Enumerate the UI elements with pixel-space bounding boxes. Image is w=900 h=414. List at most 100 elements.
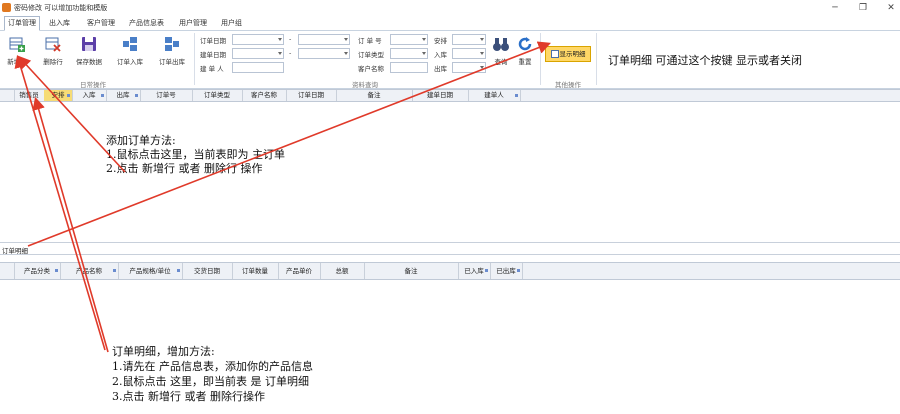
chevron-down-icon bbox=[344, 38, 348, 41]
filter-icon[interactable] bbox=[485, 269, 488, 272]
show-detail-button[interactable]: 显示明细 bbox=[545, 46, 591, 62]
column-header[interactable]: 产品单价 bbox=[278, 263, 321, 279]
column-header[interactable]: 建单日期 bbox=[412, 90, 469, 101]
order-date-label: 订单日期 bbox=[200, 37, 226, 45]
chevron-down-icon bbox=[278, 52, 282, 55]
customer-name-field[interactable] bbox=[390, 62, 428, 73]
chevron-down-icon bbox=[344, 52, 348, 55]
divider bbox=[0, 254, 900, 255]
filter-icon[interactable] bbox=[101, 94, 104, 97]
column-header[interactable]: 已入库 bbox=[458, 263, 491, 279]
annotation-add-order: 添加订单方法: 1.鼠标点击这里，当前表即为 主订单 2.点击 新增行 或者 删… bbox=[106, 134, 285, 175]
query-button[interactable]: 查询 bbox=[490, 35, 512, 66]
in-stock-label: 入库 bbox=[434, 51, 447, 59]
show-detail-label: 显示明细 bbox=[559, 50, 586, 58]
annotation-toggle-detail: 订单明细 可通过这个按键 显示或者关闭 bbox=[608, 54, 802, 67]
column-header[interactable]: 备注 bbox=[336, 90, 413, 101]
column-header[interactable]: 订单数量 bbox=[232, 263, 279, 279]
group-other-label: 其他操作 bbox=[555, 81, 581, 89]
column-header[interactable]: 产品分类 bbox=[14, 263, 61, 279]
group-separator bbox=[540, 33, 541, 85]
out-stock-label: 出库 bbox=[434, 65, 447, 73]
filter-icon[interactable] bbox=[67, 94, 70, 97]
tab-users[interactable]: 用户管理 bbox=[176, 17, 210, 29]
splitter[interactable] bbox=[0, 242, 900, 243]
column-header[interactable]: 已出库 bbox=[490, 263, 523, 279]
range-dash: - bbox=[289, 49, 292, 57]
arrange-label: 安排 bbox=[434, 37, 447, 45]
column-header[interactable]: 建单人 bbox=[468, 90, 521, 101]
order-date-to-field[interactable] bbox=[298, 34, 350, 45]
add-row-icon bbox=[9, 37, 25, 52]
detail-grid-header: 产品分类 产品名称 产品规格/单位 交货日期 订单数量 产品单价 总额 备注 已… bbox=[0, 262, 900, 280]
minimize-button[interactable]: ─ bbox=[828, 2, 842, 14]
filter-icon[interactable] bbox=[517, 269, 520, 272]
column-header[interactable]: 出库 bbox=[106, 90, 141, 101]
maximize-button[interactable]: ❐ bbox=[856, 2, 870, 14]
filter-icon[interactable] bbox=[177, 269, 180, 272]
tab-order-management[interactable]: 订单管理 bbox=[4, 16, 40, 31]
column-header[interactable]: 订单日期 bbox=[286, 90, 337, 101]
delivery-date-from-field[interactable] bbox=[232, 48, 284, 59]
group-query-label: 资料查询 bbox=[352, 81, 378, 89]
reset-label: 重置 bbox=[518, 58, 532, 66]
delete-row-label: 删除行 bbox=[43, 58, 63, 66]
group-separator bbox=[596, 33, 597, 85]
column-header[interactable]: 订单类型 bbox=[192, 90, 243, 101]
range-dash: - bbox=[289, 35, 292, 43]
reset-button[interactable]: 重置 bbox=[514, 35, 536, 66]
stock-out-icon bbox=[165, 37, 179, 51]
filter-icon[interactable] bbox=[515, 94, 518, 97]
chevron-down-icon bbox=[422, 38, 426, 41]
column-header[interactable]: 备注 bbox=[364, 263, 459, 279]
group-separator bbox=[194, 33, 195, 85]
delivery-date-to-field[interactable] bbox=[298, 48, 350, 59]
column-header[interactable]: 入库 bbox=[72, 90, 107, 101]
arrange-field[interactable] bbox=[452, 34, 486, 45]
chevron-down-icon bbox=[422, 52, 426, 55]
save-button[interactable]: 保存数据 bbox=[76, 35, 102, 66]
order-out-button[interactable]: 订单出库 bbox=[156, 35, 188, 66]
row-indicator-header bbox=[0, 90, 15, 101]
order-in-button[interactable]: 订单入库 bbox=[114, 35, 146, 66]
column-header[interactable]: 交货日期 bbox=[182, 263, 233, 279]
column-header[interactable]: 总额 bbox=[320, 263, 365, 279]
filter-icon[interactable] bbox=[135, 94, 138, 97]
column-header[interactable]: 客户名称 bbox=[242, 90, 287, 101]
close-button[interactable]: ✕ bbox=[884, 2, 898, 14]
delete-row-button[interactable]: 删除行 bbox=[40, 35, 66, 66]
order-type-field[interactable] bbox=[390, 48, 428, 59]
menu-bar: 订单管理 出入库 客户管理 产品信息表 用户管理 用户组 bbox=[0, 16, 900, 31]
add-row-label: 新增行 bbox=[7, 58, 27, 66]
stock-in-icon bbox=[123, 37, 137, 51]
add-row-button[interactable]: 新增行 bbox=[4, 35, 30, 66]
delivery-date-label: 建单日期 bbox=[200, 51, 226, 59]
order-in-label: 订单入库 bbox=[117, 58, 143, 66]
column-header[interactable]: 订单号 bbox=[140, 90, 193, 101]
filter-icon[interactable] bbox=[55, 269, 58, 272]
filter-icon[interactable] bbox=[113, 269, 116, 272]
tab-customers[interactable]: 客户管理 bbox=[84, 17, 118, 29]
creator-field[interactable] bbox=[232, 62, 284, 73]
annotation-detail: 订单明细，增加方法: 1.请先在 产品信息表，添加你的产品信息 2.鼠标点击 这… bbox=[112, 345, 313, 403]
detail-icon bbox=[550, 50, 559, 58]
save-icon bbox=[82, 37, 96, 51]
chevron-down-icon bbox=[480, 66, 484, 69]
column-header[interactable]: 安排 bbox=[44, 90, 73, 101]
out-stock-field[interactable] bbox=[452, 62, 486, 73]
tab-stock[interactable]: 出入库 bbox=[46, 17, 73, 29]
window-title: 密码修改 可以增加功能和模版 bbox=[14, 4, 108, 12]
column-header[interactable]: 产品规格/单位 bbox=[118, 263, 183, 279]
column-header[interactable]: 产品名称 bbox=[60, 263, 119, 279]
tab-products[interactable]: 产品信息表 bbox=[126, 17, 167, 29]
chevron-down-icon bbox=[480, 38, 484, 41]
order-date-from-field[interactable] bbox=[232, 34, 284, 45]
in-stock-field[interactable] bbox=[452, 48, 486, 59]
customer-name-label: 客户名称 bbox=[358, 65, 384, 73]
order-no-field[interactable] bbox=[390, 34, 428, 45]
creator-label: 建 单 人 bbox=[200, 65, 224, 73]
order-no-label: 订 单 号 bbox=[358, 37, 382, 45]
column-header[interactable]: 销售员 bbox=[14, 90, 45, 101]
order-out-label: 订单出库 bbox=[159, 58, 185, 66]
tab-user-groups[interactable]: 用户组 bbox=[218, 17, 245, 29]
